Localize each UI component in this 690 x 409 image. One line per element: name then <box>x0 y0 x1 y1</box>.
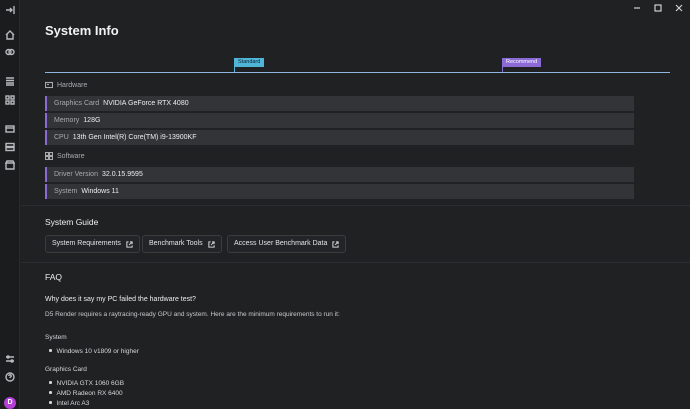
info-value: 13th Gen Intel(R) Core(TM) i9-13900KF <box>72 134 197 141</box>
list-item: Intel Arc A3 <box>49 400 90 407</box>
info-key: CPU <box>54 134 69 141</box>
software-label: Software <box>57 152 85 160</box>
window-icon[interactable] <box>4 123 16 135</box>
info-row-cpu: CPU 13th Gen Intel(R) Core(TM) i9-13900KF <box>45 130 634 145</box>
performance-scale-line <box>45 72 670 73</box>
external-link-icon <box>207 240 215 248</box>
benchmark-tools-button[interactable]: Benchmark Tools <box>142 235 222 253</box>
faq-gpu-heading: Graphics Card <box>45 366 87 373</box>
hardware-section-label: Hardware <box>45 81 87 89</box>
server-icon[interactable] <box>4 141 16 153</box>
sliders-icon[interactable] <box>4 353 16 365</box>
button-label: Access User Benchmark Data <box>234 240 328 247</box>
list-item: Windows 10 v1809 or higher <box>49 348 139 355</box>
page-title: System Info <box>45 23 119 38</box>
list-icon[interactable] <box>4 75 16 87</box>
list-item: NVIDIA GTX 1060 6GB <box>49 380 125 387</box>
info-row-driver-version: Driver Version 32.0.15.9595 <box>45 167 634 182</box>
faq-answer: D5 Render requires a raytracing-ready GP… <box>45 311 340 318</box>
hardware-label: Hardware <box>57 81 88 89</box>
section-divider <box>21 262 690 263</box>
app-window: D System Info Standard Recommend Hardwar… <box>0 0 690 409</box>
info-row-system: System Windows 11 <box>45 184 634 199</box>
left-rail: D <box>0 0 20 409</box>
info-key: Driver Version <box>54 171 98 178</box>
system-requirements-button[interactable]: System Requirements <box>45 235 140 253</box>
external-link-icon <box>126 240 133 248</box>
info-key: System <box>54 188 78 195</box>
faq-question: Why does it say my PC failed the hardwar… <box>45 296 196 303</box>
avatar[interactable]: D <box>4 397 16 409</box>
qr-code-icon[interactable] <box>4 94 16 106</box>
faq-system-heading: System <box>45 334 67 341</box>
info-key: Graphics Card <box>54 100 100 107</box>
link-icon[interactable] <box>4 46 16 58</box>
info-key: Memory <box>54 117 80 124</box>
info-value: 32.0.15.9595 <box>101 171 143 178</box>
info-row-graphics-card: Graphics Card NVIDIA GeForce RTX 4080 <box>45 96 634 111</box>
info-value: 128G <box>83 117 101 124</box>
faq-title: FAQ <box>45 272 63 282</box>
external-link-icon <box>332 240 340 248</box>
home-icon[interactable] <box>4 29 16 41</box>
recommend-marker: Recommend <box>502 58 542 67</box>
button-label: System Requirements <box>52 240 121 247</box>
main-content: System Info Standard Recommend Hardware … <box>21 0 690 409</box>
software-section-label: Software <box>45 152 85 160</box>
help-icon[interactable] <box>4 371 16 383</box>
hardware-icon <box>45 81 53 89</box>
info-value: Windows 11 <box>81 188 119 195</box>
button-label: Benchmark Tools <box>149 240 203 247</box>
box-icon[interactable] <box>4 159 16 171</box>
access-user-benchmark-data-button[interactable]: Access User Benchmark Data <box>227 235 347 253</box>
section-divider <box>21 205 690 206</box>
list-item: AMD Radeon RX 6400 <box>49 390 123 397</box>
system-guide-title: System Guide <box>45 217 99 227</box>
standard-marker: Standard <box>234 58 265 67</box>
info-row-memory: Memory 128G <box>45 113 634 128</box>
software-icon <box>45 152 53 160</box>
info-value: NVIDIA GeForce RTX 4080 <box>103 100 189 107</box>
expand-sidebar-icon[interactable] <box>4 4 16 16</box>
